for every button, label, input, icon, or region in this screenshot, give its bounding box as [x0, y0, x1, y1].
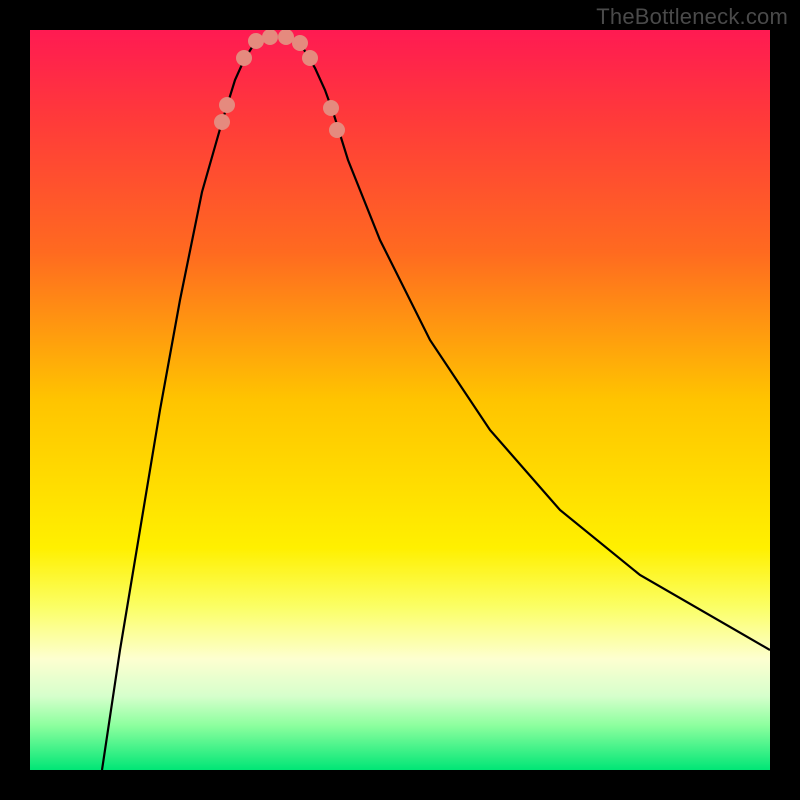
bottleneck-chart	[0, 0, 800, 800]
plot-background	[30, 30, 770, 770]
marker-dot	[262, 29, 278, 45]
marker-dot	[323, 100, 339, 116]
marker-dot	[236, 50, 252, 66]
marker-dot	[219, 97, 235, 113]
marker-dot	[292, 35, 308, 51]
marker-dot	[278, 29, 294, 45]
marker-dot	[248, 33, 264, 49]
marker-dot	[214, 114, 230, 130]
chart-frame: TheBottleneck.com	[0, 0, 800, 800]
marker-dot	[329, 122, 345, 138]
watermark-text: TheBottleneck.com	[596, 4, 788, 30]
marker-dot	[302, 50, 318, 66]
